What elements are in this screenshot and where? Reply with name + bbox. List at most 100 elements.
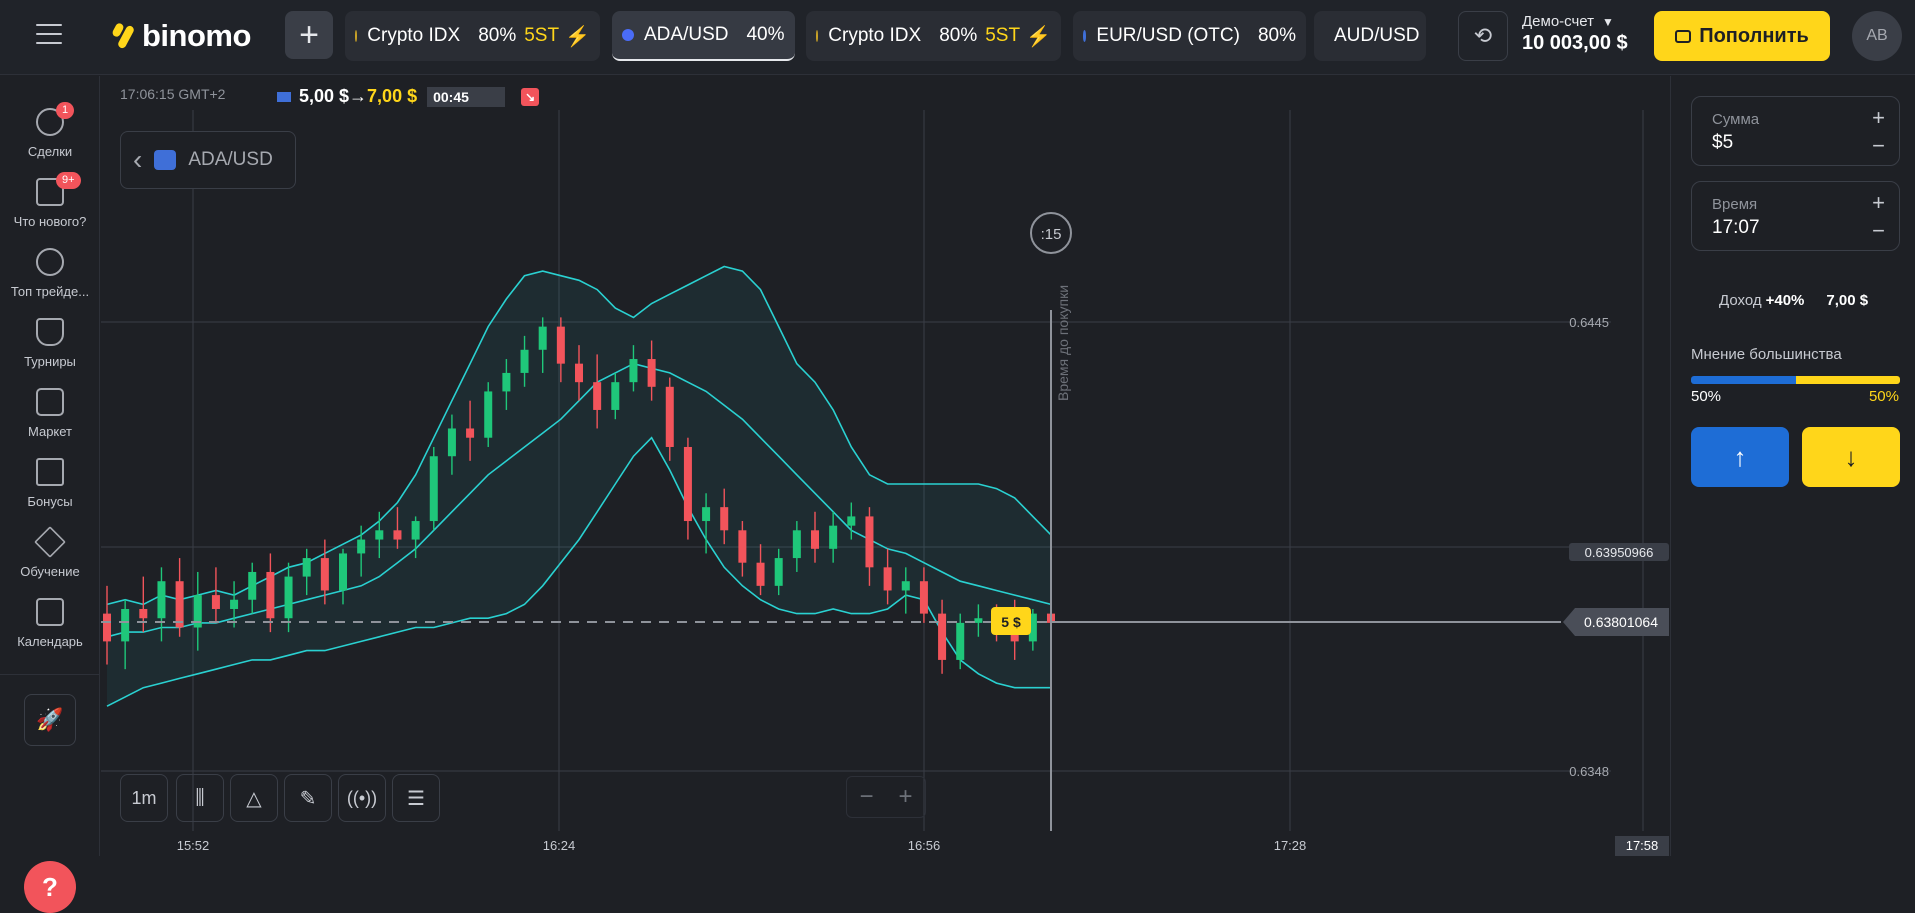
- price-chart[interactable]: :15 Время до покупки 5 $ 0.6445 0.639509…: [101, 76, 1669, 856]
- time-field[interactable]: Время 17:07 + −: [1691, 181, 1900, 251]
- amount-field[interactable]: Сумма $5 + −: [1691, 96, 1900, 166]
- current-price-label: 0.63801064: [1584, 614, 1658, 630]
- trade-from: 5,00 $: [299, 86, 350, 106]
- eur-usd-icon: [1083, 30, 1087, 42]
- switch-account-button[interactable]: ⟲: [1458, 11, 1508, 61]
- opinion-title: Мнение большинства: [1691, 346, 1842, 363]
- time-value[interactable]: 17:07: [1712, 217, 1879, 239]
- tab-crypto-idx-1[interactable]: Crypto IDX 80% 5ST ⚡: [345, 11, 600, 61]
- amount-label: Сумма: [1712, 111, 1760, 128]
- tab-eur-usd-otc[interactable]: EUR/USD (OTC) 80%: [1073, 11, 1306, 61]
- chevron-down-icon: ▼: [1602, 15, 1614, 29]
- asset-selector[interactable]: ‹ ADA/USD: [120, 131, 296, 189]
- amount-increase-button[interactable]: +: [1872, 105, 1885, 131]
- account-type-row: Демо-счет ▼: [1522, 13, 1628, 30]
- account-type: Демо-счет: [1522, 13, 1595, 30]
- price-label: 0.6348: [1569, 764, 1609, 779]
- drawing-button[interactable]: ✎: [284, 774, 332, 822]
- tab-label: EUR/USD (OTC): [1096, 25, 1240, 46]
- call-button[interactable]: ↑: [1691, 427, 1789, 487]
- logo[interactable]: binomo: [111, 18, 251, 54]
- time-label: 16:56: [908, 838, 941, 853]
- candle-body: [774, 558, 783, 586]
- candle-body: [139, 608, 148, 619]
- chart-type-button[interactable]: ⫼: [176, 774, 224, 822]
- top-bar: binomo + Crypto IDX 80% 5ST ⚡ ADA/USD 40…: [0, 0, 1915, 75]
- opinion-bar: [1691, 376, 1900, 384]
- crypto-idx-icon: [816, 30, 819, 42]
- candle-body: [683, 446, 692, 522]
- candle-body: [121, 608, 130, 642]
- amount-decrease-button[interactable]: −: [1872, 133, 1885, 159]
- candle-body: [447, 428, 456, 457]
- lightning-icon: ⚡: [565, 25, 590, 48]
- menu-icon[interactable]: [36, 24, 62, 46]
- trade-panel: Сумма $5 + − Время 17:07 + − Доход +40% 7,…: [1670, 76, 1915, 856]
- account-selector[interactable]: Демо-счет ▼ 10 003,00 $: [1522, 13, 1628, 55]
- layout-button[interactable]: ☰: [392, 774, 440, 822]
- deposit-label: Пополнить: [1699, 24, 1809, 47]
- sidebar-item-whats-new[interactable]: 9+ Что нового?: [0, 172, 100, 229]
- help-icon: ?: [42, 871, 58, 902]
- put-button[interactable]: ↓: [1802, 427, 1900, 487]
- ada-usd-icon: [622, 29, 634, 41]
- sidebar-item-calendar[interactable]: Календарь: [0, 598, 100, 649]
- zoom-out-button[interactable]: −: [847, 783, 886, 811]
- rocket-button[interactable]: 🚀: [24, 694, 76, 746]
- candle-body: [883, 567, 892, 591]
- tab-label: ADA/USD: [644, 24, 729, 45]
- sidebar-item-market[interactable]: Маркет: [0, 388, 100, 439]
- tab-label: Crypto IDX: [828, 25, 922, 46]
- candle-body: [647, 359, 656, 387]
- grid: [101, 110, 1644, 831]
- candle-body: [393, 530, 402, 540]
- asset-name: ADA/USD: [188, 149, 273, 170]
- crypto-idx-icon: [355, 30, 358, 42]
- lightning-icon: ⚡: [1026, 25, 1051, 48]
- sidebar-item-label: Что нового?: [13, 214, 87, 229]
- candle-body: [665, 386, 674, 447]
- tab-ada-usd[interactable]: ADA/USD 40%: [612, 11, 795, 61]
- time-decrease-button[interactable]: −: [1872, 218, 1885, 244]
- ada-usd-icon: [154, 150, 177, 170]
- timeframe-button[interactable]: 1m: [120, 774, 168, 822]
- sidebar-item-tournaments[interactable]: Турниры: [0, 318, 100, 369]
- sidebar-item-top-traders[interactable]: Топ трейде...: [0, 248, 100, 299]
- candle-body: [411, 521, 420, 540]
- flag-icon: [277, 91, 291, 102]
- sidebar-item-label: Обучение: [20, 564, 80, 579]
- add-tab-button[interactable]: +: [285, 11, 333, 59]
- trade-summary: 5,00 $ → 7,00 $ 00:45 ↘: [277, 86, 540, 107]
- signals-button[interactable]: ((•)): [338, 774, 386, 822]
- tab-payout: 40%: [746, 24, 785, 45]
- zoom-in-button[interactable]: +: [886, 783, 925, 811]
- sidebar-item-deals[interactable]: 1 Сделки: [0, 102, 100, 159]
- tab-aud-usd[interactable]: AUD/USD: [1314, 11, 1426, 61]
- time-increase-button[interactable]: +: [1872, 190, 1885, 216]
- avatar[interactable]: AB: [1852, 11, 1902, 61]
- sidebar-divider: [0, 674, 100, 675]
- sidebar-item-education[interactable]: Обучение: [0, 526, 100, 579]
- bet-marker-label: 5 $: [1001, 614, 1021, 630]
- timer-circle-text: :15: [1041, 226, 1062, 243]
- candle-body: [375, 530, 384, 540]
- candle-body: [502, 372, 511, 392]
- time-label: 17:28: [1274, 838, 1307, 853]
- chart-area[interactable]: :15 Время до покупки 5 $ 0.6445 0.639509…: [101, 76, 1669, 856]
- help-button[interactable]: ?: [24, 861, 76, 913]
- candle-body: [157, 581, 166, 619]
- candle-body: [248, 571, 257, 600]
- trophy-icon: [36, 318, 64, 346]
- income-label: Доход: [1719, 292, 1762, 309]
- news-badge: 9+: [56, 172, 81, 190]
- sidebar-item-bonuses[interactable]: Бонусы: [0, 458, 100, 509]
- amount-value[interactable]: $5: [1712, 132, 1879, 154]
- deals-badge: 1: [56, 102, 75, 120]
- indicators-button[interactable]: △: [230, 774, 278, 822]
- time-label: Время: [1712, 196, 1758, 213]
- tab-crypto-idx-2[interactable]: Crypto IDX 80% 5ST ⚡: [806, 11, 1061, 61]
- candlestick-icon: ⫼: [195, 786, 205, 809]
- deposit-button[interactable]: Пополнить: [1654, 11, 1830, 61]
- candle-body: [429, 456, 438, 522]
- clock-icon: 1: [36, 102, 75, 136]
